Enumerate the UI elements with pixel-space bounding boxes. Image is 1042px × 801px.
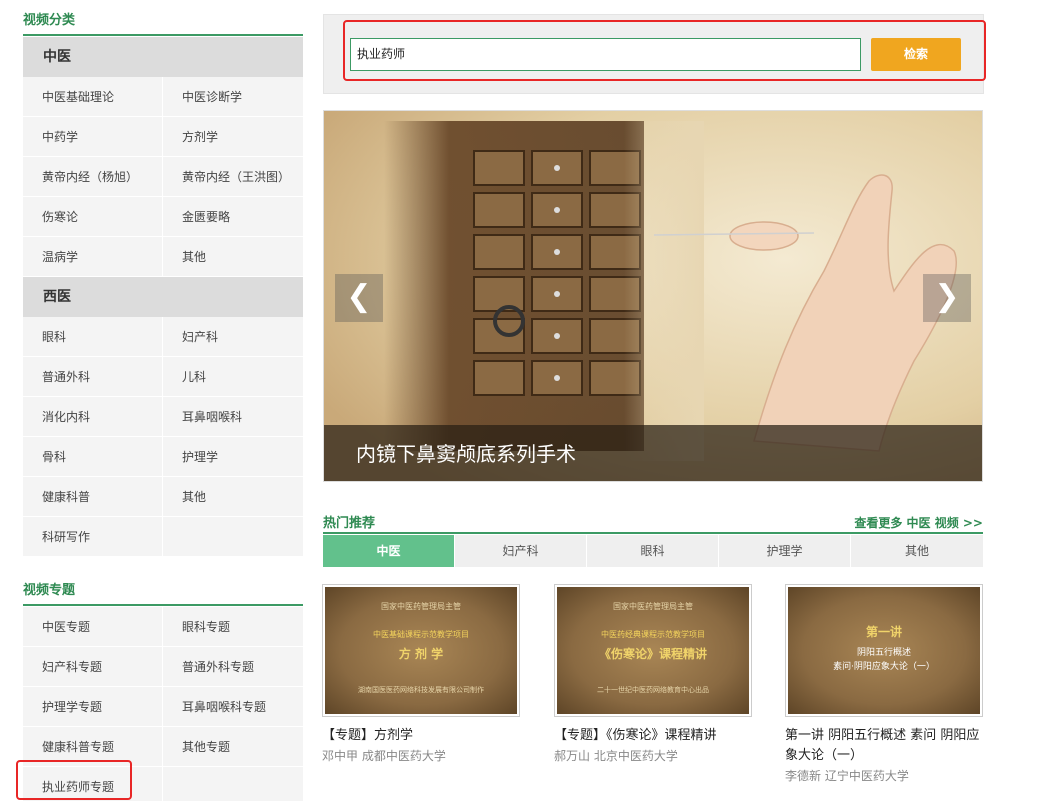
thumb-text: 国家中医药管理局主管 [613, 602, 693, 611]
hot-tabs: 中医 妇产科 眼科 护理学 其他 [323, 535, 983, 567]
banner-carousel[interactable]: ❮ ❯ 内镜下鼻窦颅底系列手术 [323, 110, 983, 482]
category-item[interactable]: 中医基础理论 [23, 77, 163, 117]
category-item[interactable]: 科研写作 [23, 517, 163, 557]
category-item[interactable]: 其他 [163, 237, 303, 277]
category-item[interactable]: 妇产科 [163, 317, 303, 357]
video-card[interactable]: 国家中医药管理局主管 中医基础课程示范教学项目 方 剂 学 湖南国医医药网络科技… [322, 584, 520, 765]
category-item[interactable]: 其他 [163, 477, 303, 517]
tab-tcm[interactable]: 中医 [323, 535, 454, 567]
chevron-left-icon[interactable]: ❮ [335, 274, 383, 322]
wm-category-grid: 眼科 妇产科 普通外科 儿科 消化内科 耳鼻咽喉科 骨科 护理学 健康科普 其他… [23, 317, 303, 557]
thumb-text: 中医药经典课程示范教学项目 [601, 630, 705, 639]
category-item[interactable]: 金匮要略 [163, 197, 303, 237]
category-item[interactable]: 黄帝内经（王洪图） [163, 157, 303, 197]
category-item[interactable]: 儿科 [163, 357, 303, 397]
topic-item-empty [163, 767, 303, 801]
thumb-text: 素问·阴阳应象大论（一） [833, 662, 935, 672]
video-title[interactable]: 第一讲 阴阳五行概述 素问 阴阳应象大论（一） [785, 726, 983, 766]
banner-caption[interactable]: 内镜下鼻窦颅底系列手术 [324, 425, 982, 481]
video-card[interactable]: 国家中医药管理局主管 中医药经典课程示范教学项目 《伤寒论》课程精讲 二十一世纪… [554, 584, 752, 765]
video-title[interactable]: 【专题】《伤寒论》课程精讲 [554, 726, 752, 746]
video-thumbnail[interactable]: 国家中医药管理局主管 中医基础课程示范教学项目 方 剂 学 湖南国医医药网络科技… [322, 584, 520, 717]
category-item[interactable]: 黄帝内经（杨旭） [23, 157, 163, 197]
category-item[interactable]: 方剂学 [163, 117, 303, 157]
thumb-text: 《伤寒论》课程精讲 [598, 647, 707, 661]
thumb-text: 第一讲 [865, 625, 902, 639]
category-heading-wm[interactable]: 西医 [23, 277, 303, 317]
video-meta: 郝万山 北京中医药大学 [554, 749, 678, 763]
video-thumbnail[interactable]: 第一讲 阴阳五行概述 素问·阴阳应象大论（一） [785, 584, 983, 717]
video-meta: 李德新 辽宁中医药大学 [785, 769, 909, 783]
video-card[interactable]: 第一讲 阴阳五行概述 素问·阴阳应象大论（一） 第一讲 阴阳五行概述 素问 阴阳… [785, 584, 983, 785]
thumb-text: 阴阳五行概述 [856, 648, 911, 658]
view-more-link[interactable]: 查看更多 中医 视频 >> [854, 514, 983, 531]
thumb-text: 方 剂 学 [398, 647, 444, 661]
tab-other[interactable]: 其他 [851, 535, 983, 567]
category-item[interactable]: 中医诊断学 [163, 77, 303, 117]
highlight-box-topic [16, 760, 132, 800]
tcm-category-grid: 中医基础理论 中医诊断学 中药学 方剂学 黄帝内经（杨旭） 黄帝内经（王洪图） … [23, 77, 303, 277]
category-item[interactable]: 伤寒论 [23, 197, 163, 237]
thumb-text: 二十一世纪中医药网络教育中心出品 [597, 686, 709, 694]
hot-section-header: 热门推荐 查看更多 中医 视频 >> [323, 510, 983, 534]
video-thumbnail[interactable]: 国家中医药管理局主管 中医药经典课程示范教学项目 《伤寒论》课程精讲 二十一世纪… [554, 584, 752, 717]
highlight-box-search [343, 20, 986, 81]
video-meta: 邓中甲 成都中医药大学 [322, 749, 446, 763]
topic-item[interactable]: 其他专题 [163, 727, 303, 767]
thumb-text: 国家中医药管理局主管 [381, 602, 461, 611]
category-item[interactable]: 温病学 [23, 237, 163, 277]
category-item[interactable]: 健康科普 [23, 477, 163, 517]
category-item[interactable]: 护理学 [163, 437, 303, 477]
chevron-right-icon[interactable]: ❯ [923, 274, 971, 322]
category-item[interactable]: 骨科 [23, 437, 163, 477]
topic-item[interactable]: 耳鼻咽喉科专题 [163, 687, 303, 727]
topic-item[interactable]: 中医专题 [23, 607, 163, 647]
page-root: 视频分类 中医 中医基础理论 中医诊断学 中药学 方剂学 黄帝内经（杨旭） 黄帝… [0, 0, 1042, 801]
topic-item[interactable]: 普通外科专题 [163, 647, 303, 687]
thumb-text: 中医基础课程示范教学项目 [373, 630, 469, 639]
category-item[interactable]: 眼科 [23, 317, 163, 357]
topic-item[interactable]: 妇产科专题 [23, 647, 163, 687]
tab-ophthalmology[interactable]: 眼科 [587, 535, 718, 567]
topic-item[interactable]: 眼科专题 [163, 607, 303, 647]
tab-nursing[interactable]: 护理学 [719, 535, 850, 567]
video-topic-title: 视频专题 [23, 584, 303, 606]
thumb-text: 湖南国医医药网络科技发展有限公司制作 [358, 686, 484, 694]
category-item[interactable]: 中药学 [23, 117, 163, 157]
category-item[interactable]: 耳鼻咽喉科 [163, 397, 303, 437]
category-item-empty [163, 517, 303, 557]
category-heading-tcm[interactable]: 中医 [23, 37, 303, 77]
video-title[interactable]: 【专题】方剂学 [322, 726, 520, 746]
hot-section-title: 热门推荐 [323, 516, 376, 531]
tab-gynecology[interactable]: 妇产科 [455, 535, 586, 567]
category-item[interactable]: 普通外科 [23, 357, 163, 397]
category-item[interactable]: 消化内科 [23, 397, 163, 437]
video-category-title: 视频分类 [23, 14, 303, 36]
topic-item[interactable]: 护理学专题 [23, 687, 163, 727]
